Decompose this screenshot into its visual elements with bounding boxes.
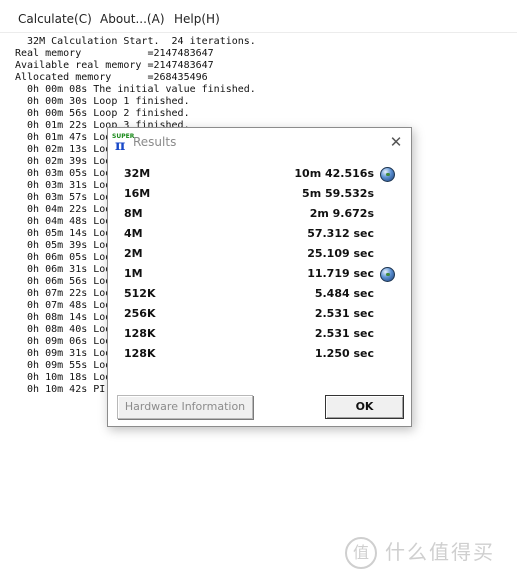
log-line: 32M Calculation Start. 24 iterations. (15, 36, 256, 47)
log-line: 0h 00m 08s The initial value finished. (15, 84, 256, 95)
log-line: 0h 02m 13s Loo (15, 144, 112, 155)
result-row: 512K 5.484 sec (108, 285, 411, 303)
log-line: 0h 08m 40s Loo (15, 324, 112, 335)
result-size: 16M (124, 187, 151, 200)
log-line: 0h 01m 47s Loo (15, 132, 112, 143)
result-time: 25.109 sec (307, 247, 374, 260)
log-line: 0h 06m 31s Loo (15, 264, 112, 275)
result-row: 256K 2.531 sec (108, 305, 411, 323)
log-line: Allocated memory =268435496 (15, 72, 208, 83)
result-size: 2M (124, 247, 143, 260)
log-line: Real memory =2147483647 (15, 48, 214, 59)
log-line: 0h 03m 31s Loo (15, 180, 112, 191)
log-line: 0h 05m 14s Loo (15, 228, 112, 239)
log-line: 0h 00m 30s Loop 1 finished. (15, 96, 190, 107)
menu-bar: Calculate(C) About...(A) Help(H) (0, 0, 517, 33)
super-pi-icon: SUPER π (112, 133, 134, 154)
close-button[interactable]: ✕ (387, 133, 405, 151)
log-line: 0h 04m 22s Loo (15, 204, 112, 215)
watermark-text: 什么值得买 (385, 540, 495, 564)
hardware-information-button[interactable]: Hardware Information (117, 395, 253, 419)
watermark-logo-icon: 值 (345, 537, 377, 569)
log-line: 0h 03m 57s Loo (15, 192, 112, 203)
menu-help[interactable]: Help(H) (174, 12, 220, 26)
log-line: 0h 10m 18s Loo (15, 372, 112, 383)
globe-icon (380, 267, 395, 282)
pi-glyph: π (115, 138, 126, 154)
log-line: 0h 07m 22s Loo (15, 288, 112, 299)
result-row: 8M 2m 9.672s (108, 205, 411, 223)
log-line: 0h 09m 06s Loo (15, 336, 112, 347)
ok-button[interactable]: OK (325, 395, 404, 419)
result-time: 11.719 sec (307, 267, 374, 280)
log-line: 0h 06m 56s Loo (15, 276, 112, 287)
result-row: 128K 1.250 sec (108, 345, 411, 363)
log-line: 0h 07m 48s Loo (15, 300, 112, 311)
result-time: 5.484 sec (314, 287, 374, 300)
result-time: 5m 59.532s (302, 187, 374, 200)
globe-icon (380, 167, 395, 182)
dialog-titlebar[interactable]: SUPER π Results ✕ (108, 128, 411, 156)
result-row: 128K 2.531 sec (108, 325, 411, 343)
dialog-title: Results (133, 135, 177, 149)
log-line: 0h 02m 39s Loo (15, 156, 112, 167)
result-row: 2M 25.109 sec (108, 245, 411, 263)
result-time: 2m 9.672s (309, 207, 374, 220)
results-dialog: SUPER π Results ✕ 32M 10m 42.516s 16M 5m 59… (107, 127, 412, 427)
log-line: 0h 08m 14s Loo (15, 312, 112, 323)
log-line: 0h 06m 05s Loo (15, 252, 112, 263)
log-line: 0h 09m 31s Loo (15, 348, 112, 359)
result-row: 16M 5m 59.532s (108, 185, 411, 203)
result-time: 10m 42.516s (294, 167, 374, 180)
result-size: 32M (124, 167, 151, 180)
log-line: 0h 00m 56s Loop 2 finished. (15, 108, 190, 119)
result-size: 128K (124, 347, 156, 360)
log-line: Available real memory =2147483647 (15, 60, 214, 71)
result-time: 57.312 sec (307, 227, 374, 240)
watermark: 值 什么值得买 (345, 535, 505, 569)
result-row: 1M 11.719 sec (108, 265, 411, 283)
log-line: 0h 09m 55s Loo (15, 360, 112, 371)
log-line: 0h 05m 39s Loo (15, 240, 112, 251)
result-size: 1M (124, 267, 143, 280)
menu-about[interactable]: About...(A) (100, 12, 165, 26)
result-size: 8M (124, 207, 143, 220)
result-size: 4M (124, 227, 143, 240)
result-row: 32M 10m 42.516s (108, 165, 411, 183)
result-time: 2.531 sec (314, 307, 374, 320)
result-time: 2.531 sec (314, 327, 374, 340)
result-row: 4M 57.312 sec (108, 225, 411, 243)
result-size: 256K (124, 307, 156, 320)
result-size: 128K (124, 327, 156, 340)
result-size: 512K (124, 287, 156, 300)
log-line: 0h 04m 48s Loo (15, 216, 112, 227)
menu-calculate[interactable]: Calculate(C) (18, 12, 92, 26)
log-line: 0h 10m 42s PI (15, 384, 106, 395)
log-line: 0h 03m 05s Loo (15, 168, 112, 179)
result-time: 1.250 sec (314, 347, 374, 360)
